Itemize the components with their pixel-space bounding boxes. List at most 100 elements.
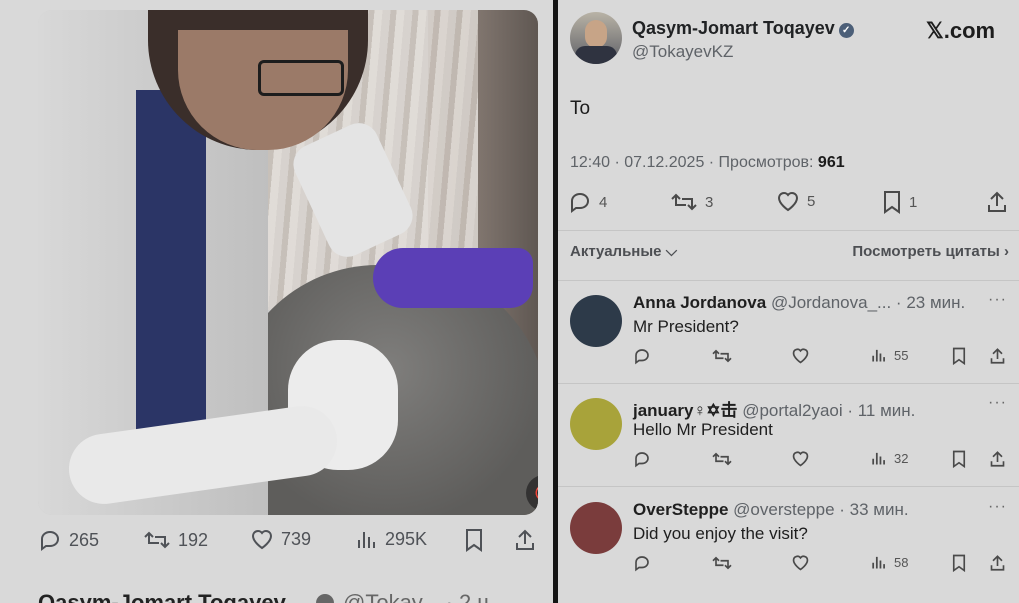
reply-handle: @oversteppe · 33 мин. — [733, 500, 909, 519]
reply-views-count: 32 — [894, 450, 909, 466]
bookmark-icon — [951, 450, 967, 468]
reply-author-name[interactable]: january♀︎✡︎击 — [633, 401, 737, 420]
share-icon — [986, 190, 1008, 214]
repost-button[interactable] — [711, 347, 733, 365]
view-quotes-link[interactable]: Посмотреть цитаты › — [852, 243, 1009, 260]
reply-button[interactable]: 4 — [568, 190, 607, 214]
verified-badge-icon — [316, 594, 334, 603]
share-icon — [989, 347, 1006, 365]
reply-button[interactable]: 265 — [38, 528, 99, 552]
more-options-icon[interactable]: ··· — [988, 291, 1007, 309]
reply-avatar[interactable] — [570, 295, 622, 347]
repost-icon — [670, 190, 698, 214]
reply-icon — [633, 450, 651, 468]
reply-icon — [568, 190, 592, 214]
like-count: 739 — [281, 528, 312, 549]
share-button[interactable] — [989, 450, 1006, 468]
reply-author-name[interactable]: OverSteppe — [633, 500, 728, 519]
views-count: 295K — [385, 528, 428, 549]
more-options-icon[interactable]: ··· — [988, 498, 1007, 516]
tweet-timestamp: 12:40 · 07.12.2025 · Просмотров: — [570, 154, 818, 171]
tweet-video[interactable]: 🔇 — [38, 10, 538, 515]
next-tweet-author[interactable]: Qasym-Jomart Toqayev — [38, 590, 286, 603]
like-button[interactable] — [791, 554, 810, 571]
reply-button[interactable] — [633, 554, 651, 572]
reply-header: OverSteppe @oversteppe · 33 мин. — [633, 500, 909, 520]
avatar-shoulders — [575, 46, 617, 64]
repost-button[interactable] — [711, 554, 733, 572]
reply-item[interactable]: january♀︎✡︎击 @portal2yaoi · 11 мин. ··· … — [558, 384, 1019, 486]
views-button[interactable]: 32 — [871, 450, 908, 466]
bookmark-button[interactable] — [951, 554, 967, 572]
views-icon — [356, 528, 378, 550]
heart-icon — [791, 450, 810, 467]
reply-item[interactable]: OverSteppe @oversteppe · 33 мин. ··· Did… — [558, 488, 1019, 590]
reply-text: Hello Mr President — [633, 420, 773, 439]
repost-button[interactable] — [711, 450, 733, 468]
views-button[interactable]: 295K — [356, 528, 427, 550]
share-button[interactable] — [989, 554, 1006, 572]
reply-icon — [38, 528, 62, 552]
bookmark-button[interactable]: 1 — [882, 190, 917, 214]
reply-avatar[interactable] — [570, 398, 622, 450]
bookmark-button[interactable] — [464, 528, 484, 552]
share-icon — [514, 528, 536, 552]
author-name[interactable]: Qasym-Jomart Toqayev ✓ — [632, 18, 854, 39]
like-count: 5 — [807, 192, 816, 210]
tweet-text: To — [570, 98, 591, 119]
like-button[interactable]: 5 — [776, 190, 815, 212]
reply-item[interactable]: Anna Jordanova @Jordanova_... · 23 мин. … — [558, 281, 1019, 383]
bookmark-button[interactable] — [951, 347, 967, 365]
bookmark-icon — [951, 347, 967, 365]
share-icon — [989, 450, 1006, 468]
reply-button[interactable] — [633, 450, 651, 468]
like-button[interactable] — [791, 450, 810, 467]
views-icon — [871, 347, 887, 363]
author-avatar[interactable] — [570, 12, 622, 64]
reply-count: 4 — [599, 193, 608, 211]
repost-button[interactable]: 192 — [143, 528, 208, 552]
share-button[interactable] — [514, 528, 536, 552]
reply-actions: 55 — [633, 347, 1008, 369]
share-button[interactable] — [989, 347, 1006, 365]
reply-actions: 58 — [633, 554, 1008, 576]
repost-icon — [711, 347, 733, 365]
bookmark-icon — [464, 528, 484, 552]
more-options-icon[interactable]: ··· — [988, 394, 1007, 412]
sort-dropdown[interactable]: Актуальные ⌵ — [570, 243, 677, 260]
repost-button[interactable]: 3 — [670, 190, 713, 214]
reply-avatar[interactable] — [570, 502, 622, 554]
heart-icon — [776, 190, 800, 212]
repost-icon — [711, 554, 733, 572]
video-scrub — [136, 90, 206, 430]
reply-actions: 32 — [633, 450, 1008, 472]
views-button[interactable]: 55 — [871, 347, 908, 363]
author-name-text: Qasym-Jomart Toqayev — [632, 18, 835, 38]
reply-button[interactable] — [633, 347, 651, 365]
reply-author-name[interactable]: Anna Jordanova — [633, 293, 766, 312]
bookmark-button[interactable] — [951, 450, 967, 468]
left-tweet-panel: 🔇 265 192 739 295K Qasym-Jomart Toqayev … — [0, 0, 553, 603]
tweet-view-count: 961 — [817, 154, 845, 171]
reply-count: 265 — [69, 529, 100, 550]
divider — [558, 486, 1019, 487]
reply-text: Did you enjoy the visit? — [633, 524, 808, 543]
author-handle[interactable]: @TokayevKZ — [632, 42, 733, 62]
heart-icon — [791, 554, 810, 571]
next-tweet-handle: @Tokay... · 2 ч — [343, 590, 489, 603]
sort-label: Актуальные — [570, 243, 662, 260]
views-button[interactable]: 58 — [871, 554, 908, 570]
reply-icon — [633, 347, 651, 365]
reply-header: Anna Jordanova @Jordanova_... · 23 мин. — [633, 293, 965, 313]
reply-views-count: 58 — [894, 554, 909, 570]
like-button[interactable]: 739 — [250, 528, 311, 550]
verified-badge-icon: ✓ — [838, 23, 854, 38]
reply-handle: @Jordanova_... · 23 мин. — [770, 293, 966, 312]
share-button[interactable] — [986, 190, 1008, 214]
repost-count: 192 — [178, 529, 209, 550]
like-button[interactable] — [791, 347, 810, 364]
left-tweet-actions: 265 192 739 295K — [38, 528, 543, 558]
right-tweet-panel: Qasym-Jomart Toqayev ✓ @TokayevKZ 𝕏.com T… — [558, 0, 1019, 603]
heart-icon — [250, 528, 274, 550]
video-purple-glove — [373, 248, 533, 308]
